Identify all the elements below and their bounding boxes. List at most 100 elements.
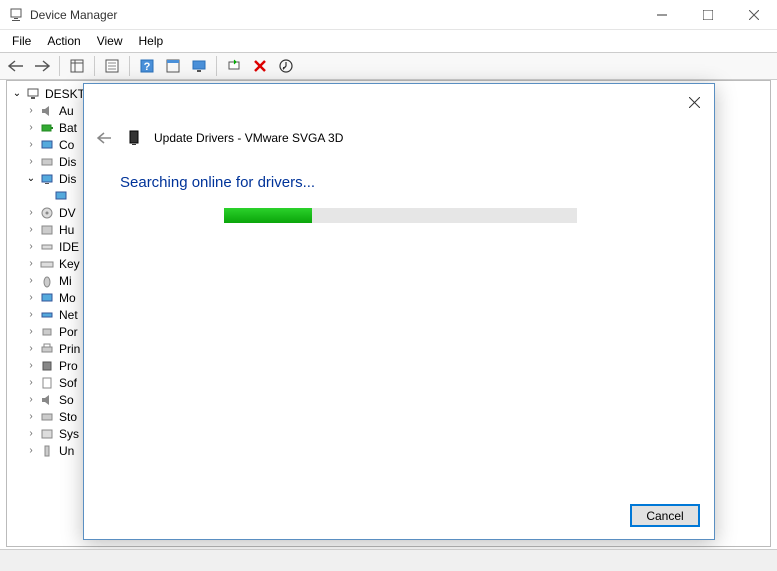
chevron-right-icon[interactable]: ›: [23, 411, 39, 422]
chevron-right-icon[interactable]: ›: [23, 207, 39, 218]
tree-label: Mi: [59, 274, 72, 288]
tree-label: Sys: [59, 427, 79, 441]
window-title: Device Manager: [30, 8, 639, 22]
dialog-status-text: Searching online for drivers...: [120, 174, 678, 191]
keyboard-icon: [39, 256, 55, 272]
chevron-right-icon[interactable]: ›: [23, 139, 39, 150]
properties-button[interactable]: [100, 55, 124, 77]
chevron-right-icon[interactable]: ›: [23, 122, 39, 133]
chevron-right-icon[interactable]: ›: [23, 258, 39, 269]
menu-help[interactable]: Help: [131, 32, 172, 50]
tree-label: DV: [59, 206, 76, 220]
dialog-header: Update Drivers - VMware SVGA 3D: [94, 128, 343, 148]
chevron-right-icon[interactable]: ›: [23, 360, 39, 371]
progress-bar: [224, 208, 577, 223]
ide-icon: [39, 239, 55, 255]
forward-button[interactable]: [30, 55, 54, 77]
chevron-right-icon[interactable]: ›: [23, 445, 39, 456]
hid-icon: [39, 222, 55, 238]
display-icon: [39, 171, 55, 187]
back-button[interactable]: [4, 55, 28, 77]
back-arrow-icon[interactable]: [94, 128, 114, 148]
tree-label: Co: [59, 138, 74, 152]
chevron-right-icon[interactable]: ›: [23, 326, 39, 337]
menu-file[interactable]: File: [4, 32, 39, 50]
dialog-footer: Cancel: [630, 504, 700, 527]
processor-icon: [39, 358, 55, 374]
titlebar: Device Manager: [0, 0, 777, 30]
dvd-icon: [39, 205, 55, 221]
toolbar-separator: [59, 56, 60, 76]
chevron-right-icon[interactable]: ›: [23, 377, 39, 388]
tree-label: Au: [59, 104, 74, 118]
chevron-down-icon[interactable]: ⌄: [23, 173, 39, 184]
chevron-right-icon[interactable]: ›: [23, 224, 39, 235]
show-hide-tree-button[interactable]: [65, 55, 89, 77]
cancel-button[interactable]: Cancel: [630, 504, 700, 527]
window-controls: [639, 0, 777, 30]
toolbar-separator: [216, 56, 217, 76]
tree-label: Bat: [59, 121, 77, 135]
tree-label: Mo: [59, 291, 76, 305]
update-driver-button[interactable]: [274, 55, 298, 77]
menu-view[interactable]: View: [89, 32, 131, 50]
printer-icon: [39, 341, 55, 357]
chevron-right-icon[interactable]: ›: [23, 343, 39, 354]
progress-fill: [224, 208, 312, 223]
help-button[interactable]: ?: [135, 55, 159, 77]
minimize-button[interactable]: [639, 0, 685, 30]
chevron-right-icon[interactable]: ›: [23, 105, 39, 116]
toolbar-separator: [94, 56, 95, 76]
tree-label: So: [59, 393, 74, 407]
tree-label: Dis: [59, 155, 76, 169]
battery-icon: [39, 120, 55, 136]
menu-action[interactable]: Action: [39, 32, 88, 50]
maximize-button[interactable]: [685, 0, 731, 30]
app-icon: [8, 7, 24, 23]
sound-icon: [39, 392, 55, 408]
close-button[interactable]: [731, 0, 777, 30]
chevron-right-icon[interactable]: ›: [23, 275, 39, 286]
speaker-icon: [39, 103, 55, 119]
update-drivers-dialog: Update Drivers - VMware SVGA 3D Searchin…: [83, 83, 715, 540]
tree-label: Net: [59, 308, 78, 322]
system-icon: [39, 426, 55, 442]
chevron-right-icon[interactable]: ›: [23, 394, 39, 405]
storage-icon: [39, 409, 55, 425]
tree-label: IDE: [59, 240, 79, 254]
chevron-right-icon[interactable]: ›: [23, 241, 39, 252]
chevron-right-icon[interactable]: ›: [23, 428, 39, 439]
chevron-right-icon[interactable]: ›: [23, 292, 39, 303]
toolbar-separator: [129, 56, 130, 76]
tree-label: Un: [59, 444, 74, 458]
display-adapter-icon: [53, 188, 69, 204]
tree-label: Sof: [59, 376, 77, 390]
uninstall-button[interactable]: [248, 55, 272, 77]
menubar: File Action View Help: [0, 30, 777, 52]
computer-icon: [39, 137, 55, 153]
scan-hardware-button[interactable]: [222, 55, 246, 77]
chevron-right-icon[interactable]: ›: [23, 156, 39, 167]
computer-icon: [25, 86, 41, 102]
mouse-icon: [39, 273, 55, 289]
software-icon: [39, 375, 55, 391]
tree-label: Pro: [59, 359, 78, 373]
dialog-title: Update Drivers - VMware SVGA 3D: [154, 131, 343, 145]
toolbar: ?: [0, 52, 777, 80]
svg-text:?: ?: [144, 61, 151, 73]
tree-label: Key: [59, 257, 80, 271]
chevron-down-icon[interactable]: ⌄: [9, 88, 25, 99]
monitor-icon: [39, 290, 55, 306]
monitor-button[interactable]: [187, 55, 211, 77]
tree-label: Hu: [59, 223, 74, 237]
device-icon: [126, 130, 142, 146]
action-button[interactable]: [161, 55, 185, 77]
tree-label: Por: [59, 325, 78, 339]
tree-label: Dis: [59, 172, 76, 186]
statusbar: [0, 549, 777, 571]
dialog-body: Searching online for drivers...: [120, 174, 678, 191]
network-icon: [39, 307, 55, 323]
dialog-close-button[interactable]: [682, 90, 706, 114]
chevron-right-icon[interactable]: ›: [23, 309, 39, 320]
port-icon: [39, 324, 55, 340]
